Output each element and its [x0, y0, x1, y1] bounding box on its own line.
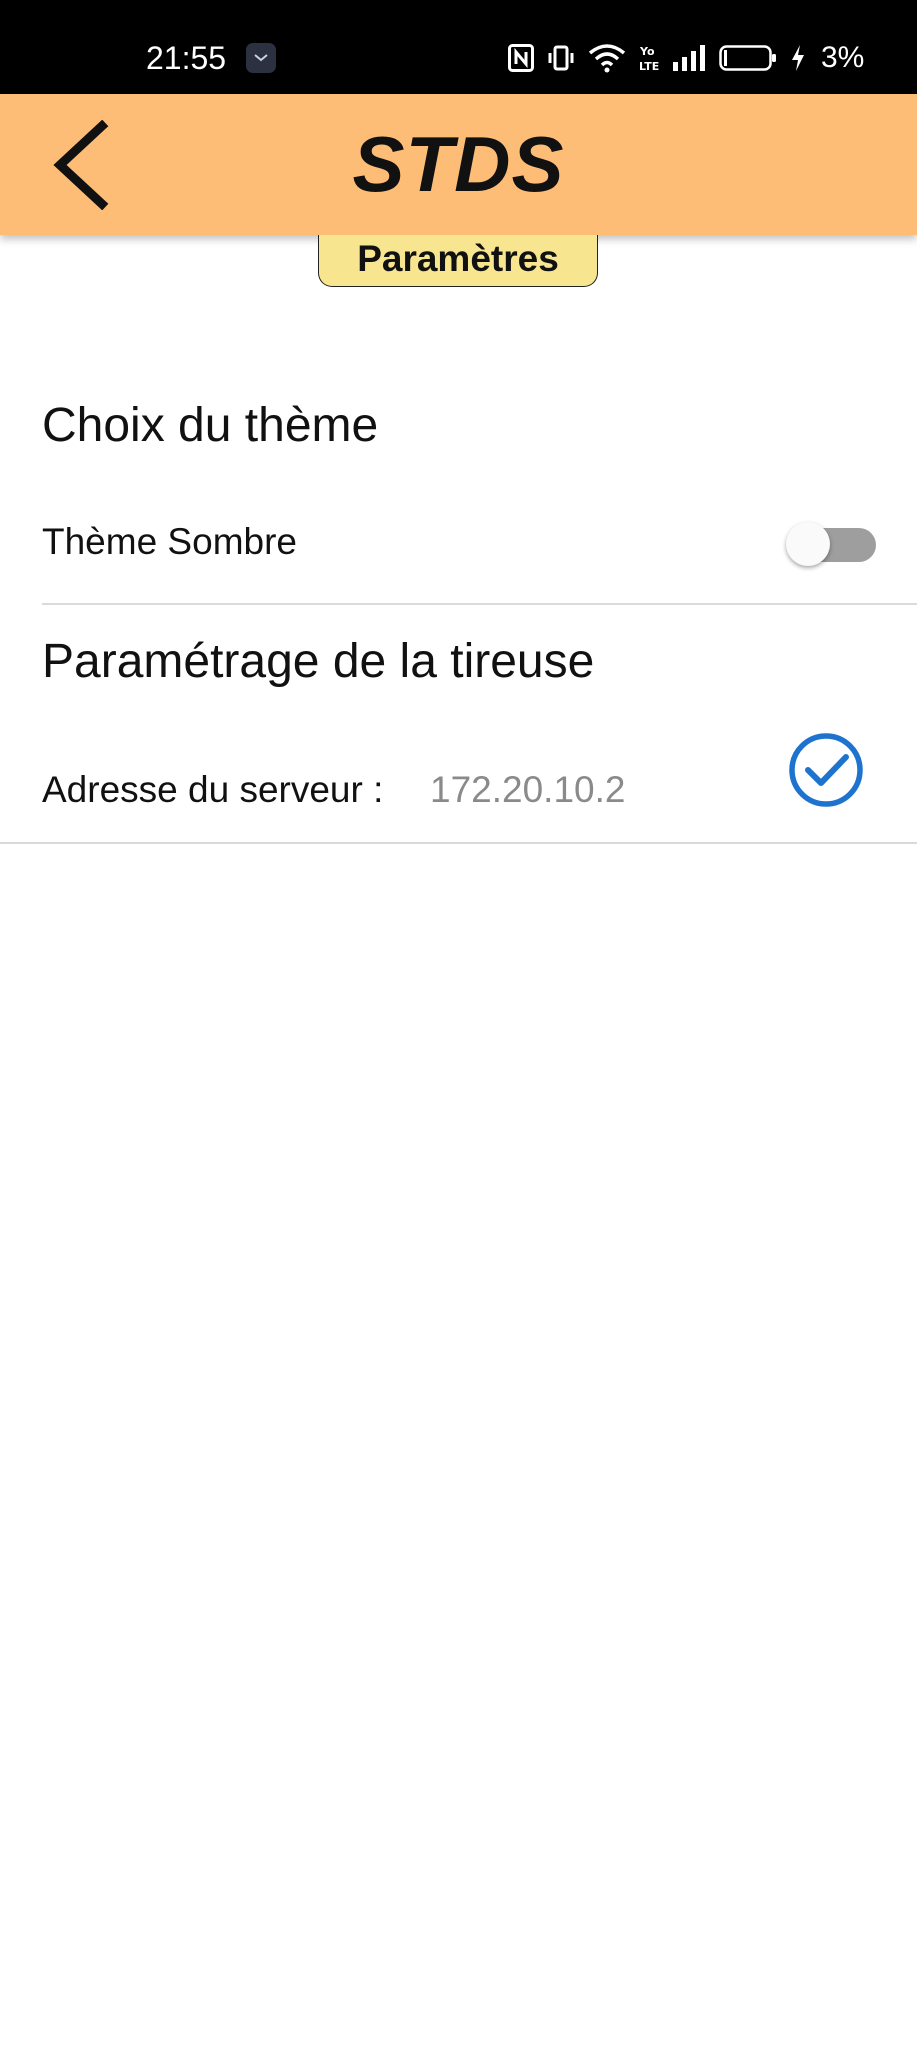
status-bar: 21:55 Yo LTE 3%	[0, 0, 917, 94]
vibrate-icon	[548, 45, 574, 71]
wifi-icon	[588, 44, 626, 73]
notification-icon	[246, 43, 276, 73]
back-button[interactable]	[44, 119, 124, 211]
section-title-theme: Choix du thème	[42, 399, 379, 452]
dark-theme-label: Thème Sombre	[42, 521, 297, 562]
svg-text:LTE: LTE	[639, 60, 659, 73]
app-bar: STDS	[0, 94, 917, 235]
status-icons: Yo LTE 3%	[508, 40, 864, 76]
chevron-left-icon	[53, 119, 109, 211]
nfc-icon	[508, 44, 534, 72]
server-address-input[interactable]: 172.20.10.2	[430, 768, 625, 812]
server-address-label: Adresse du serveur :	[42, 769, 384, 810]
divider	[42, 603, 917, 605]
app-title: STDS	[352, 120, 565, 208]
page-tab-label: Paramètres	[318, 235, 598, 287]
divider	[0, 842, 917, 844]
toggle-thumb	[786, 522, 830, 566]
check-circle-icon	[789, 733, 863, 807]
svg-text:Yo: Yo	[639, 45, 655, 58]
battery-percent: 3%	[821, 41, 865, 74]
confirm-server-button[interactable]	[786, 730, 866, 810]
status-time: 21:55	[146, 40, 227, 76]
signal-icon	[673, 45, 705, 71]
charging-icon	[792, 45, 804, 71]
section-title-tap-settings: Paramétrage de la tireuse	[42, 635, 595, 688]
volte-icon: Yo LTE	[639, 45, 659, 73]
battery-icon	[719, 45, 776, 71]
dark-theme-toggle[interactable]	[782, 520, 878, 568]
